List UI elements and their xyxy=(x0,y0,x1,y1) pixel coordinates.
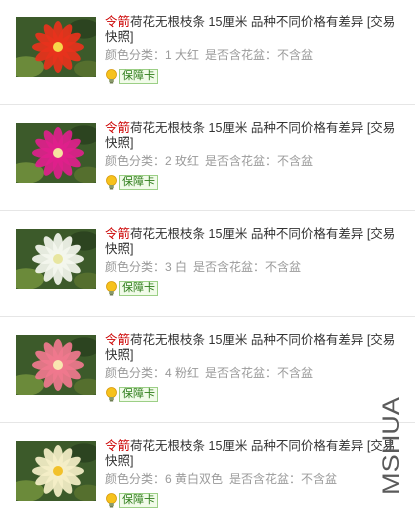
color-value: 2 玫红 xyxy=(165,154,200,168)
watermark: MSHUA xyxy=(379,397,405,495)
product-title[interactable]: 令箭荷花无根枝条 15厘米 品种不同价格有差异 [交易快照] xyxy=(105,333,405,363)
product-attributes: 颜色分类：1 大红 是否含花盆：不含盆 xyxy=(105,48,405,63)
pot-label: 是否含花盆： xyxy=(193,260,266,274)
pot-label: 是否含花盆： xyxy=(229,472,302,486)
pot-label: 是否含花盆： xyxy=(205,48,278,62)
guarantee-badge-label: 保障卡 xyxy=(119,387,158,402)
color-value: 6 黄白双色 xyxy=(165,472,224,486)
flower-photo xyxy=(16,123,96,183)
product-title[interactable]: 令箭荷花无根枝条 15厘米 品种不同价格有差异 [交易快照] xyxy=(105,439,405,469)
guarantee-badge-label: 保障卡 xyxy=(119,69,158,84)
lightbulb-icon xyxy=(106,387,117,402)
product-title[interactable]: 令箭荷花无根枝条 15厘米 品种不同价格有差异 [交易快照] xyxy=(105,121,405,151)
guarantee-badge-label: 保障卡 xyxy=(119,175,158,190)
title-text: 荷花无根枝条 15厘米 品种不同价格有差异 [交易快照] xyxy=(105,15,396,44)
color-value: 1 大红 xyxy=(165,48,200,62)
product-attributes: 颜色分类：3 白是否含花盆：不含盆 xyxy=(105,260,405,275)
order-item: 令箭荷花无根枝条 15厘米 品种不同价格有差异 [交易快照] 颜色分类：1 大红… xyxy=(0,0,415,105)
pot-label: 是否含花盆： xyxy=(205,366,278,380)
title-text: 荷花无根枝条 15厘米 品种不同价格有差异 [交易快照] xyxy=(105,333,396,362)
flower-photo xyxy=(16,17,96,77)
product-thumbnail[interactable] xyxy=(16,123,96,183)
title-highlight: 令箭 xyxy=(105,439,131,453)
color-label: 颜色分类： xyxy=(105,366,166,380)
lightbulb-icon xyxy=(106,281,117,296)
color-value: 4 粉红 xyxy=(165,366,200,380)
pot-value: 不含盆 xyxy=(265,260,302,274)
color-label: 颜色分类： xyxy=(105,472,166,486)
title-text: 荷花无根枝条 15厘米 品种不同价格有差异 [交易快照] xyxy=(105,227,396,256)
order-item: 令箭荷花无根枝条 15厘米 品种不同价格有差异 [交易快照] 颜色分类：4 粉红… xyxy=(0,318,415,423)
color-label: 颜色分类： xyxy=(105,260,166,274)
color-label: 颜色分类： xyxy=(105,154,166,168)
pot-value: 不含盆 xyxy=(277,48,314,62)
product-attributes: 颜色分类：6 黄白双色 是否含花盆：不含盆 xyxy=(105,472,405,487)
flower-photo xyxy=(16,229,96,289)
title-highlight: 令箭 xyxy=(105,15,131,29)
product-title[interactable]: 令箭荷花无根枝条 15厘米 品种不同价格有差异 [交易快照] xyxy=(105,227,405,257)
product-attributes: 颜色分类：4 粉红 是否含花盆：不含盆 xyxy=(105,366,405,381)
product-thumbnail[interactable] xyxy=(16,441,96,501)
title-highlight: 令箭 xyxy=(105,121,131,135)
guarantee-badge[interactable]: 保障卡 xyxy=(105,281,158,296)
title-text: 荷花无根枝条 15厘米 品种不同价格有差异 [交易快照] xyxy=(105,439,396,468)
title-text: 荷花无根枝条 15厘米 品种不同价格有差异 [交易快照] xyxy=(105,121,396,150)
order-item: 令箭荷花无根枝条 15厘米 品种不同价格有差异 [交易快照] 颜色分类：2 玫红… xyxy=(0,106,415,211)
guarantee-badge[interactable]: 保障卡 xyxy=(105,493,158,508)
pot-value: 不含盆 xyxy=(301,472,338,486)
order-item: 令箭荷花无根枝条 15厘米 品种不同价格有差异 [交易快照] 颜色分类：3 白是… xyxy=(0,212,415,317)
product-thumbnail[interactable] xyxy=(16,17,96,77)
flower-photo xyxy=(16,335,96,395)
guarantee-badge-label: 保障卡 xyxy=(119,493,158,508)
color-value: 3 白 xyxy=(165,260,188,274)
title-highlight: 令箭 xyxy=(105,227,131,241)
pot-value: 不含盆 xyxy=(277,366,314,380)
order-item: 令箭荷花无根枝条 15厘米 品种不同价格有差异 [交易快照] 颜色分类：6 黄白… xyxy=(0,424,415,529)
color-label: 颜色分类： xyxy=(105,48,166,62)
product-thumbnail[interactable] xyxy=(16,335,96,395)
guarantee-badge[interactable]: 保障卡 xyxy=(105,175,158,190)
guarantee-badge[interactable]: 保障卡 xyxy=(105,387,158,402)
pot-value: 不含盆 xyxy=(277,154,314,168)
lightbulb-icon xyxy=(106,69,117,84)
watermark-text: MSHUA xyxy=(379,397,405,495)
pot-label: 是否含花盆： xyxy=(205,154,278,168)
product-thumbnail[interactable] xyxy=(16,229,96,289)
flower-photo xyxy=(16,441,96,501)
product-attributes: 颜色分类：2 玫红 是否含花盆：不含盆 xyxy=(105,154,405,169)
lightbulb-icon xyxy=(106,493,117,508)
title-highlight: 令箭 xyxy=(105,333,131,347)
guarantee-badge[interactable]: 保障卡 xyxy=(105,69,158,84)
lightbulb-icon xyxy=(106,175,117,190)
product-title[interactable]: 令箭荷花无根枝条 15厘米 品种不同价格有差异 [交易快照] xyxy=(105,15,405,45)
guarantee-badge-label: 保障卡 xyxy=(119,281,158,296)
